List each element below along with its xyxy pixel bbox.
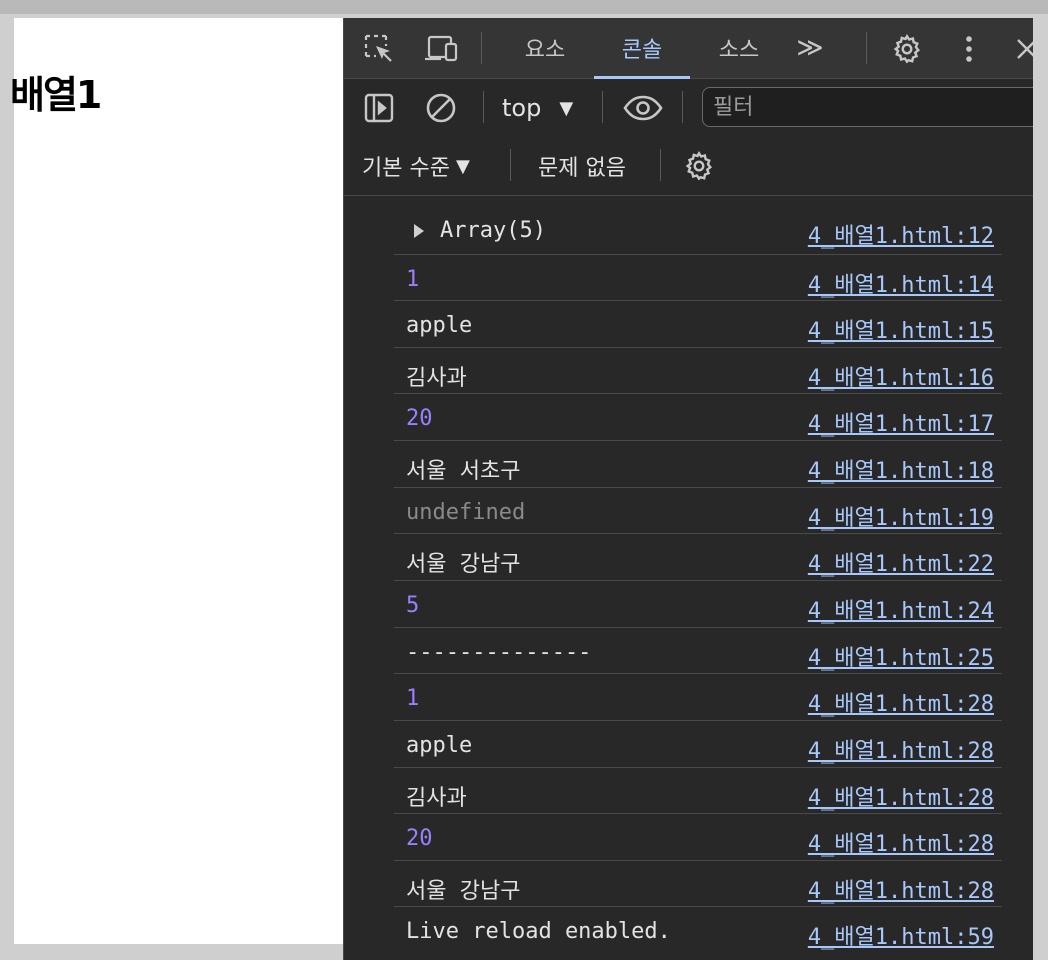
console-message-row: 1 4_배열1.html:14 [394,255,1002,301]
console-message-row: 20 4_배열1.html:28 [394,814,1002,861]
console-message-text: undefined [406,500,526,525]
source-link[interactable]: 4_배열1.html:28 [808,686,994,718]
console-message-row: 서울 강남구 4_배열1.html:22 [394,534,1002,581]
issues-counter[interactable]: 문제 없음 [538,147,626,185]
toolbar-divider [866,32,867,64]
toolbar-divider [602,91,603,123]
sidebar-toggle-icon[interactable] [362,91,396,125]
tab-console[interactable]: 콘솔 [594,18,690,79]
console-toolbar: top ▼ [344,79,1034,137]
console-message-text: 1 [406,686,420,711]
tab-sources[interactable]: 소스 [698,18,780,78]
console-message-text: Array(5) [440,218,546,243]
filter-input[interactable] [702,87,1034,127]
console-message-text: Live reload enabled. [406,919,671,944]
context-selector[interactable]: top ▼ [502,89,573,127]
tab-label: 콘솔 [621,38,663,63]
source-link[interactable]: 4_배열1.html:28 [808,873,994,905]
source-link[interactable]: 4_배열1.html:12 [808,218,994,250]
more-tabs-icon[interactable]: ≫ [784,18,836,78]
console-message-row: apple 4_배열1.html:15 [394,301,1002,348]
console-message-row: Live reload enabled. 4_배열1.html:59 [394,907,1002,953]
console-message-row[interactable]: Array(5) 4_배열1.html:12 [394,206,1002,255]
console-toolbar-levels: 기본 수준 ▼ 문제 없음 [344,137,1034,196]
console-message-row: 서울 서초구 4_배열1.html:18 [394,441,1002,488]
devtools-tabbar: 요소 콘솔 소스 ≫ [344,18,1034,79]
dropdown-caret-icon: ▼ [559,97,574,119]
browser-top-strip [0,0,1048,14]
console-message-row: 서울 강남구 4_배열1.html:28 [394,861,1002,907]
device-toolbar-icon[interactable] [424,32,458,66]
log-levels-dropdown[interactable]: 기본 수준 ▼ [362,147,470,185]
inspect-element-icon[interactable] [362,32,396,66]
dropdown-caret-icon: ▼ [455,155,470,177]
console-message-text: 5 [406,593,420,618]
source-link[interactable]: 4_배열1.html:16 [808,360,994,392]
console-message-text: 20 [406,826,433,851]
source-link[interactable]: 4_배열1.html:25 [808,640,994,672]
page-viewport: 배열1 [10,18,344,944]
live-expression-eye-icon[interactable] [622,91,664,125]
console-message-row: 김사과 4_배열1.html:28 [394,768,1002,814]
console-message-row: 20 4_배열1.html:17 [394,394,1002,441]
tab-elements[interactable]: 요소 [504,18,586,78]
console-message-text: 서울 서초구 [406,459,521,484]
console-message-row: 5 4_배열1.html:24 [394,581,1002,628]
console-message-text: apple [406,313,473,338]
expand-triangle-icon[interactable] [414,224,424,238]
toolbar-divider [660,149,661,181]
console-message-row: apple 4_배열1.html:28 [394,721,1002,768]
source-link[interactable]: 4_배열1.html:28 [808,733,994,765]
toolbar-divider [682,91,683,123]
toolbar-divider [483,91,484,123]
console-message-row: 1 4_배열1.html:28 [394,674,1002,721]
more-tabs-label: ≫ [796,33,824,63]
tab-label: 요소 [524,38,566,63]
levels-label: 기본 수준 [362,156,450,181]
source-link[interactable]: 4_배열1.html:14 [808,267,994,299]
toolbar-divider [481,32,482,64]
console-message-text: 서울 강남구 [406,879,521,904]
console-message-text: 1 [406,267,420,292]
source-link[interactable]: 4_배열1.html:28 [808,780,994,812]
console-message-text: 20 [406,406,433,431]
source-link[interactable]: 4_배열1.html:22 [808,546,994,578]
context-label: top [502,94,542,122]
console-message-text: -------------- [406,640,592,665]
console-settings-gear-icon[interactable] [682,149,716,183]
source-link[interactable]: 4_배열1.html:24 [808,593,994,625]
clear-console-icon[interactable] [424,91,458,125]
toolbar-divider [510,149,511,181]
tab-label: 소스 [718,38,760,63]
source-link[interactable]: 4_배열1.html:28 [808,826,994,858]
source-link[interactable]: 4_배열1.html:15 [808,313,994,345]
console-message-row: 김사과 4_배열1.html:16 [394,348,1002,394]
devtools-panel: 요소 콘솔 소스 ≫ top ▼ 필터 기본 수준 ▼ 문제 없음 Array(… [343,18,1034,960]
console-message-text: 김사과 [406,366,467,391]
page-heading: 배열1 [10,73,102,117]
source-link[interactable]: 4_배열1.html:59 [808,919,994,951]
settings-gear-icon[interactable] [890,32,924,66]
source-link[interactable]: 4_배열1.html:17 [808,406,994,438]
issues-label: 문제 없음 [538,156,626,181]
close-devtools-icon[interactable] [1010,32,1034,66]
console-message-row: undefined 4_배열1.html:19 [394,488,1002,534]
console-message-text: apple [406,733,473,758]
console-message-row: -------------- 4_배열1.html:25 [394,628,1002,674]
more-options-kebab-icon[interactable] [952,32,986,66]
window-edge [1033,18,1048,960]
console-message-text: 서울 강남구 [406,552,521,577]
source-link[interactable]: 4_배열1.html:19 [808,500,994,532]
source-link[interactable]: 4_배열1.html:18 [808,453,994,485]
console-message-text: 김사과 [406,786,467,811]
